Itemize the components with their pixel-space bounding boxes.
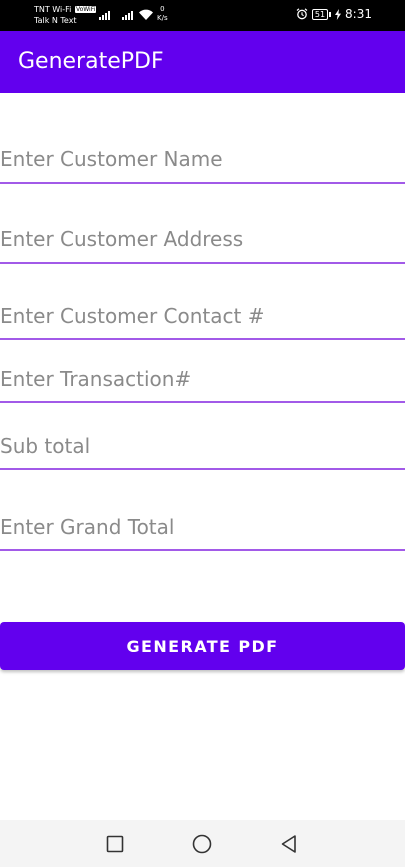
speed-unit: K/s	[157, 14, 168, 22]
customer-contact-input[interactable]	[0, 293, 405, 340]
triangle-back-icon[interactable]	[278, 833, 300, 855]
speed-value: 0	[160, 5, 165, 13]
circle-home-icon[interactable]	[191, 833, 213, 855]
transaction-number-input[interactable]	[0, 356, 405, 403]
network-speed: 0 K/s	[157, 5, 168, 23]
vowifi-badge: VoWiFi	[74, 6, 97, 13]
grand-total-input[interactable]	[0, 504, 405, 551]
customer-address-input[interactable]	[0, 216, 405, 264]
app-bar: GeneratePDF	[0, 31, 405, 93]
clock-time: 8:31	[345, 7, 372, 21]
carrier-name: TNT Wi-Fi	[34, 5, 72, 14]
wifi-icon	[139, 9, 153, 20]
battery-icon: 51	[311, 8, 332, 20]
battery-level: 51	[311, 8, 329, 20]
signal-bars-icon	[99, 9, 110, 20]
system-nav-bar	[0, 820, 405, 867]
signal-bars-icon	[122, 9, 133, 20]
customer-name-input[interactable]	[0, 136, 405, 184]
subtotal-input[interactable]	[0, 423, 405, 470]
status-right: 51 8:31	[296, 7, 372, 21]
status-bar: TNT Wi-Fi VoWiFi Talk N Text 0 K/s 51 8:…	[0, 0, 405, 31]
carrier-info: TNT Wi-Fi VoWiFi Talk N Text	[34, 4, 97, 26]
carrier-name-secondary: Talk N Text	[34, 16, 77, 25]
generate-pdf-button[interactable]: GENERATE PDF	[0, 622, 405, 670]
square-recent-apps-icon[interactable]	[104, 833, 126, 855]
charging-bolt-icon	[335, 8, 342, 20]
app-title: GeneratePDF	[18, 49, 164, 74]
alarm-clock-icon	[296, 8, 308, 20]
